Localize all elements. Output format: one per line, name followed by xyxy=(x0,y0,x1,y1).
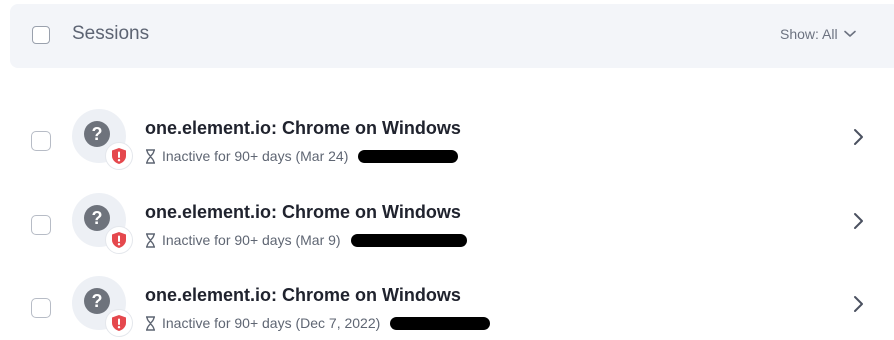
chevron-right-icon[interactable] xyxy=(852,295,864,313)
chevron-right-icon[interactable] xyxy=(852,212,864,230)
shield-warning-icon xyxy=(105,142,133,170)
session-row[interactable]: ? one.element.io: Chrome on Windows Inac… xyxy=(0,101,894,171)
hourglass-icon xyxy=(146,232,155,248)
redaction-bar xyxy=(390,316,491,330)
session-title: one.element.io: Chrome on Windows xyxy=(145,285,461,305)
session-row[interactable]: ? one.element.io: Chrome on Windows Inac… xyxy=(0,268,894,338)
redaction-bar xyxy=(358,149,459,163)
hourglass-icon xyxy=(146,148,155,164)
session-status: Inactive for 90+ days (Mar 9) xyxy=(145,232,467,248)
redaction-bar xyxy=(350,233,467,247)
session-checkbox[interactable] xyxy=(31,215,51,235)
sessions-header: Sessions Show: All xyxy=(10,4,894,68)
session-title: one.element.io: Chrome on Windows xyxy=(145,118,461,138)
hourglass-icon xyxy=(146,315,155,331)
device-avatar: ? xyxy=(72,109,136,173)
session-row[interactable]: ? one.element.io: Chrome on Windows Inac… xyxy=(0,185,894,255)
session-title: one.element.io: Chrome on Windows xyxy=(145,202,461,222)
question-mark-icon: ? xyxy=(84,121,110,147)
session-status-text: Inactive for 90+ days (Dec 7, 2022) xyxy=(162,315,381,331)
show-filter-dropdown[interactable]: Show: All xyxy=(780,26,856,42)
question-mark-icon: ? xyxy=(84,205,110,231)
session-status: Inactive for 90+ days (Dec 7, 2022) xyxy=(145,315,491,331)
chevron-down-icon xyxy=(843,30,856,37)
sessions-title: Sessions xyxy=(72,23,150,44)
device-avatar: ? xyxy=(72,193,136,257)
question-mark-icon: ? xyxy=(84,288,110,314)
select-all-checkbox[interactable] xyxy=(32,26,50,44)
shield-warning-icon xyxy=(105,226,133,254)
chevron-right-icon[interactable] xyxy=(852,128,864,146)
session-checkbox[interactable] xyxy=(31,298,51,318)
session-checkbox[interactable] xyxy=(31,131,51,151)
show-filter-label: Show: All xyxy=(780,26,838,42)
session-status-text: Inactive for 90+ days (Mar 24) xyxy=(162,148,349,164)
device-avatar: ? xyxy=(72,276,136,340)
session-status: Inactive for 90+ days (Mar 24) xyxy=(145,148,459,164)
shield-warning-icon xyxy=(105,309,133,337)
session-status-text: Inactive for 90+ days (Mar 9) xyxy=(162,232,341,248)
